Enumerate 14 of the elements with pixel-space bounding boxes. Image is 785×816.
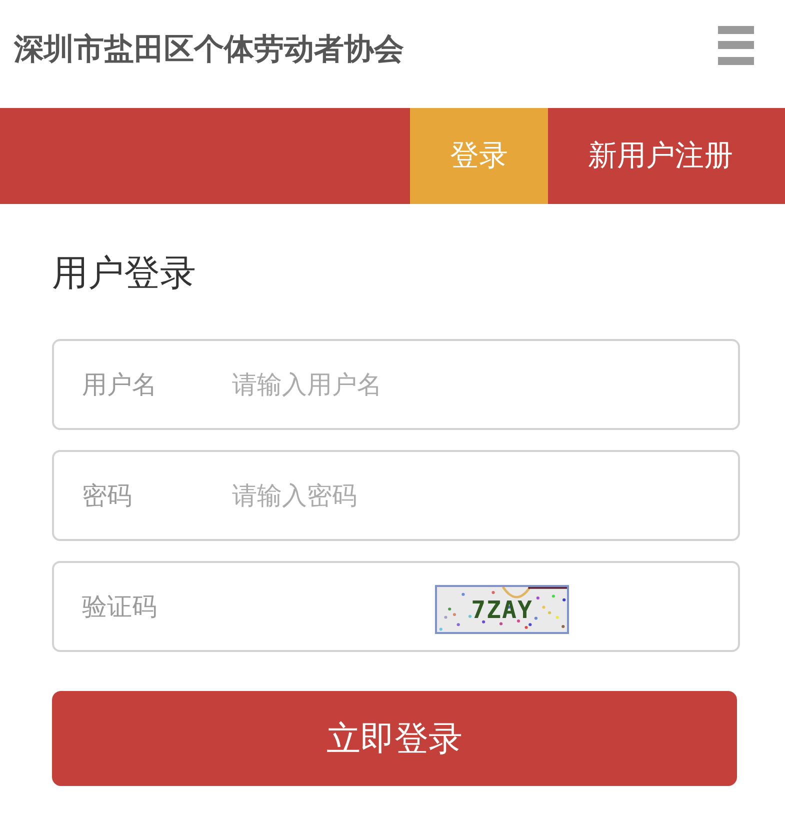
nav-tab[interactable]: 新用户注册 — [548, 108, 785, 204]
password-field[interactable]: 密码 请输入密码 — [52, 450, 740, 541]
input-field[interactable]: 请输入用户名 — [232, 364, 728, 404]
captcha-image[interactable]: 7ZAY — [435, 585, 569, 634]
field-label: 验证码 — [82, 591, 158, 623]
field-label: 密码 — [82, 480, 133, 512]
site-title: 深圳市盐田区个体劳动者协会 — [14, 31, 404, 69]
menu-icon[interactable] — [718, 26, 754, 65]
input-field[interactable]: 请输入密码 — [232, 476, 728, 516]
login-button[interactable]: 立即登录 — [52, 691, 737, 786]
field-label: 用户名 — [82, 369, 158, 401]
username-field[interactable]: 用户名 请输入用户名 — [52, 339, 740, 430]
captcha-field[interactable]: 验证码 7ZAY — [52, 561, 740, 652]
form-heading: 用户登录 — [52, 252, 196, 296]
